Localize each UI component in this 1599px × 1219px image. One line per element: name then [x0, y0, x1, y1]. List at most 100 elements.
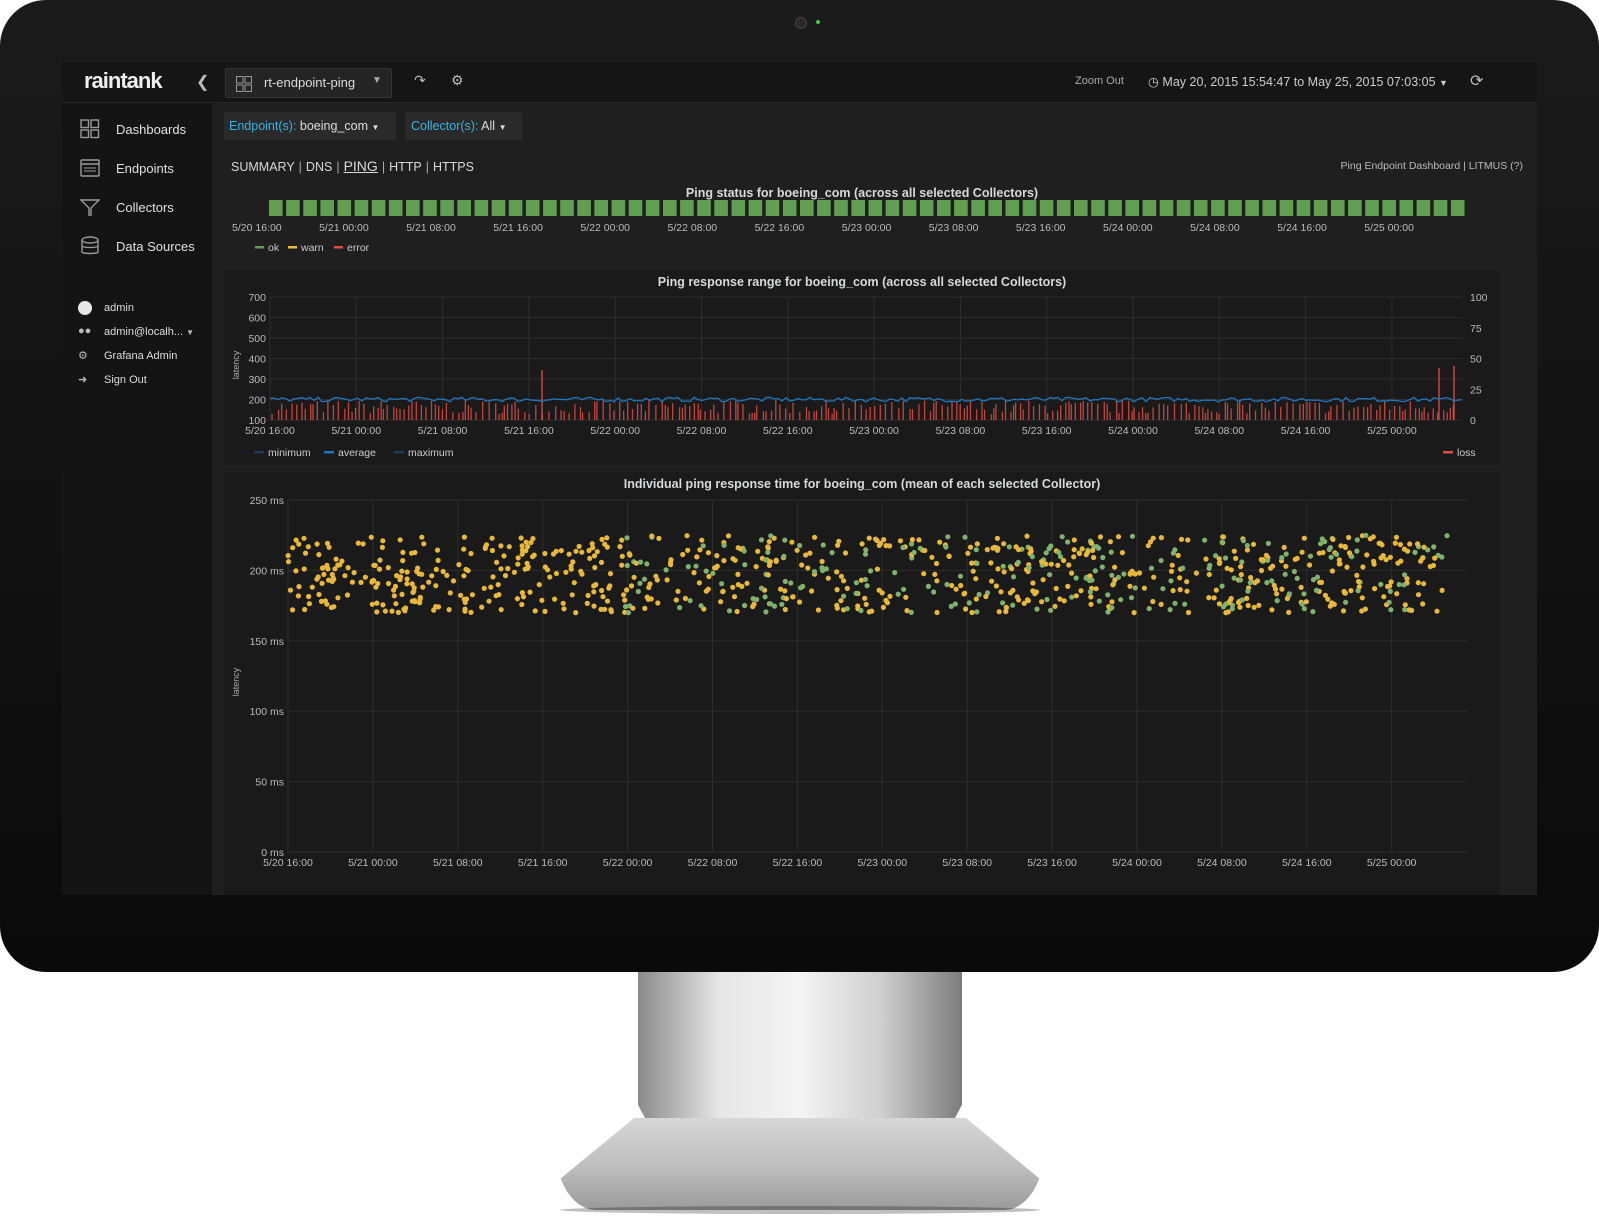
ping-point	[996, 609, 1002, 615]
data-sources-icon	[81, 236, 99, 255]
ping-point	[949, 582, 955, 589]
ping-point	[721, 542, 727, 548]
ping-point	[1169, 562, 1175, 568]
ping-point	[566, 551, 572, 557]
ping-point	[395, 609, 401, 615]
ping-point	[1160, 586, 1166, 592]
protocol-tabs: SUMMARY | DNS | PING | HTTP | HTTPS	[231, 158, 474, 174]
user-profile-link[interactable]: admin	[78, 301, 134, 315]
ping-point	[1132, 585, 1138, 591]
time-range-picker[interactable]: ◷ May 20, 2015 15:54:47 to May 25, 2015 …	[1148, 74, 1448, 89]
ping-point	[426, 579, 432, 585]
ping-point	[1001, 541, 1007, 547]
ping-point	[1024, 533, 1030, 539]
tab-summary[interactable]: SUMMARY	[231, 160, 295, 174]
ping-point	[1127, 583, 1133, 589]
ping-point	[570, 559, 576, 565]
org-switcher[interactable]: ●● admin@localh... ▼	[78, 325, 194, 339]
ping-point	[1359, 595, 1365, 601]
ping-point	[807, 550, 813, 556]
ping-point	[331, 604, 337, 610]
tab-http[interactable]: HTTP	[389, 160, 422, 174]
ping-point	[619, 537, 625, 543]
gear-icon[interactable]: ⚙	[451, 72, 464, 89]
ping-point	[755, 548, 761, 554]
ping-point	[966, 600, 972, 606]
ping-point	[576, 543, 582, 549]
ping-point	[461, 546, 467, 552]
ping-point	[879, 590, 885, 596]
ping-point	[1343, 599, 1349, 605]
ping-point	[696, 580, 702, 586]
ping-point	[1439, 587, 1445, 593]
ping-point	[419, 534, 425, 540]
ping-point	[921, 571, 927, 577]
ping-point	[296, 584, 302, 590]
status-block	[1022, 200, 1037, 216]
ping-point	[983, 593, 989, 600]
ping-point	[655, 600, 661, 606]
refresh-icon[interactable]: ⟳	[1470, 71, 1483, 91]
ping-point	[1011, 574, 1017, 580]
ping-point	[368, 534, 374, 540]
y2-tick-label: 0	[1470, 415, 1476, 427]
ping-point	[1048, 607, 1054, 613]
ping-point	[809, 588, 815, 594]
dashboard-links[interactable]: Ping Endpoint Dashboard | LITMUS (?)	[1341, 160, 1523, 172]
ping-point	[536, 582, 542, 588]
collapse-sidebar-icon[interactable]: ❮	[196, 72, 209, 92]
sign-out-link[interactable]: ➜ Sign Out	[78, 373, 147, 387]
org-name: admin@localh...	[104, 325, 184, 338]
ping-point	[479, 604, 485, 610]
ping-point	[1337, 561, 1343, 567]
ping-point	[766, 539, 772, 545]
ping-point	[385, 580, 392, 587]
grafana-admin-link[interactable]: ⚙ Grafana Admin	[78, 349, 177, 363]
x-tick-label: 5/22 08:00	[677, 425, 727, 437]
ping-point	[819, 558, 825, 565]
y-tick-label: 600	[248, 313, 266, 325]
tab-https[interactable]: HTTPS	[433, 160, 474, 174]
ping-point	[1000, 563, 1006, 569]
x-tick-label: 5/21 00:00	[319, 222, 369, 234]
legend-swatch	[288, 246, 297, 249]
ping-point	[1055, 562, 1061, 568]
zoom-out-button[interactable]: Zoom Out	[1075, 75, 1124, 87]
tab-dns[interactable]: DNS	[306, 160, 332, 174]
share-icon[interactable]: ↷	[414, 72, 426, 89]
ping-point	[1146, 606, 1152, 612]
ping-point	[1419, 555, 1426, 561]
ping-point	[1180, 565, 1186, 571]
ping-point	[1203, 556, 1209, 562]
ping-point	[916, 537, 922, 543]
ping-point	[995, 566, 1001, 572]
ping-point	[495, 582, 501, 588]
ping-point	[519, 601, 525, 608]
status-block	[1176, 200, 1191, 216]
ping-point	[435, 557, 441, 563]
ping-point	[1136, 570, 1143, 576]
ping-point	[1110, 582, 1116, 588]
ping-point	[794, 547, 800, 553]
dashboard-picker[interactable]: rt-endpoint-ping ▼	[225, 68, 392, 98]
sign-out-icon: ➜	[78, 374, 88, 386]
endpoint-selector[interactable]: Endpoint(s): boeing_com ▼	[224, 112, 396, 140]
collector-selector[interactable]: Collector(s): All ▼	[405, 112, 522, 140]
dashboard-name: rt-endpoint-ping	[264, 75, 356, 90]
ping-point	[421, 541, 427, 547]
ping-point	[1405, 548, 1411, 554]
ping-point	[1108, 549, 1114, 555]
status-block	[1433, 200, 1448, 216]
ping-point	[515, 561, 521, 567]
ping-point	[706, 573, 712, 580]
ping-point	[1354, 537, 1360, 543]
ping-point	[984, 547, 990, 553]
ping-point	[753, 564, 759, 570]
ping-point	[880, 604, 887, 610]
tab-ping[interactable]: PING	[344, 158, 378, 174]
ping-point	[1069, 594, 1075, 600]
ping-point	[901, 586, 907, 592]
ping-point	[1281, 544, 1287, 550]
caret-down-icon: ▼	[186, 327, 195, 337]
x-tick-label: 5/23 08:00	[936, 425, 986, 437]
